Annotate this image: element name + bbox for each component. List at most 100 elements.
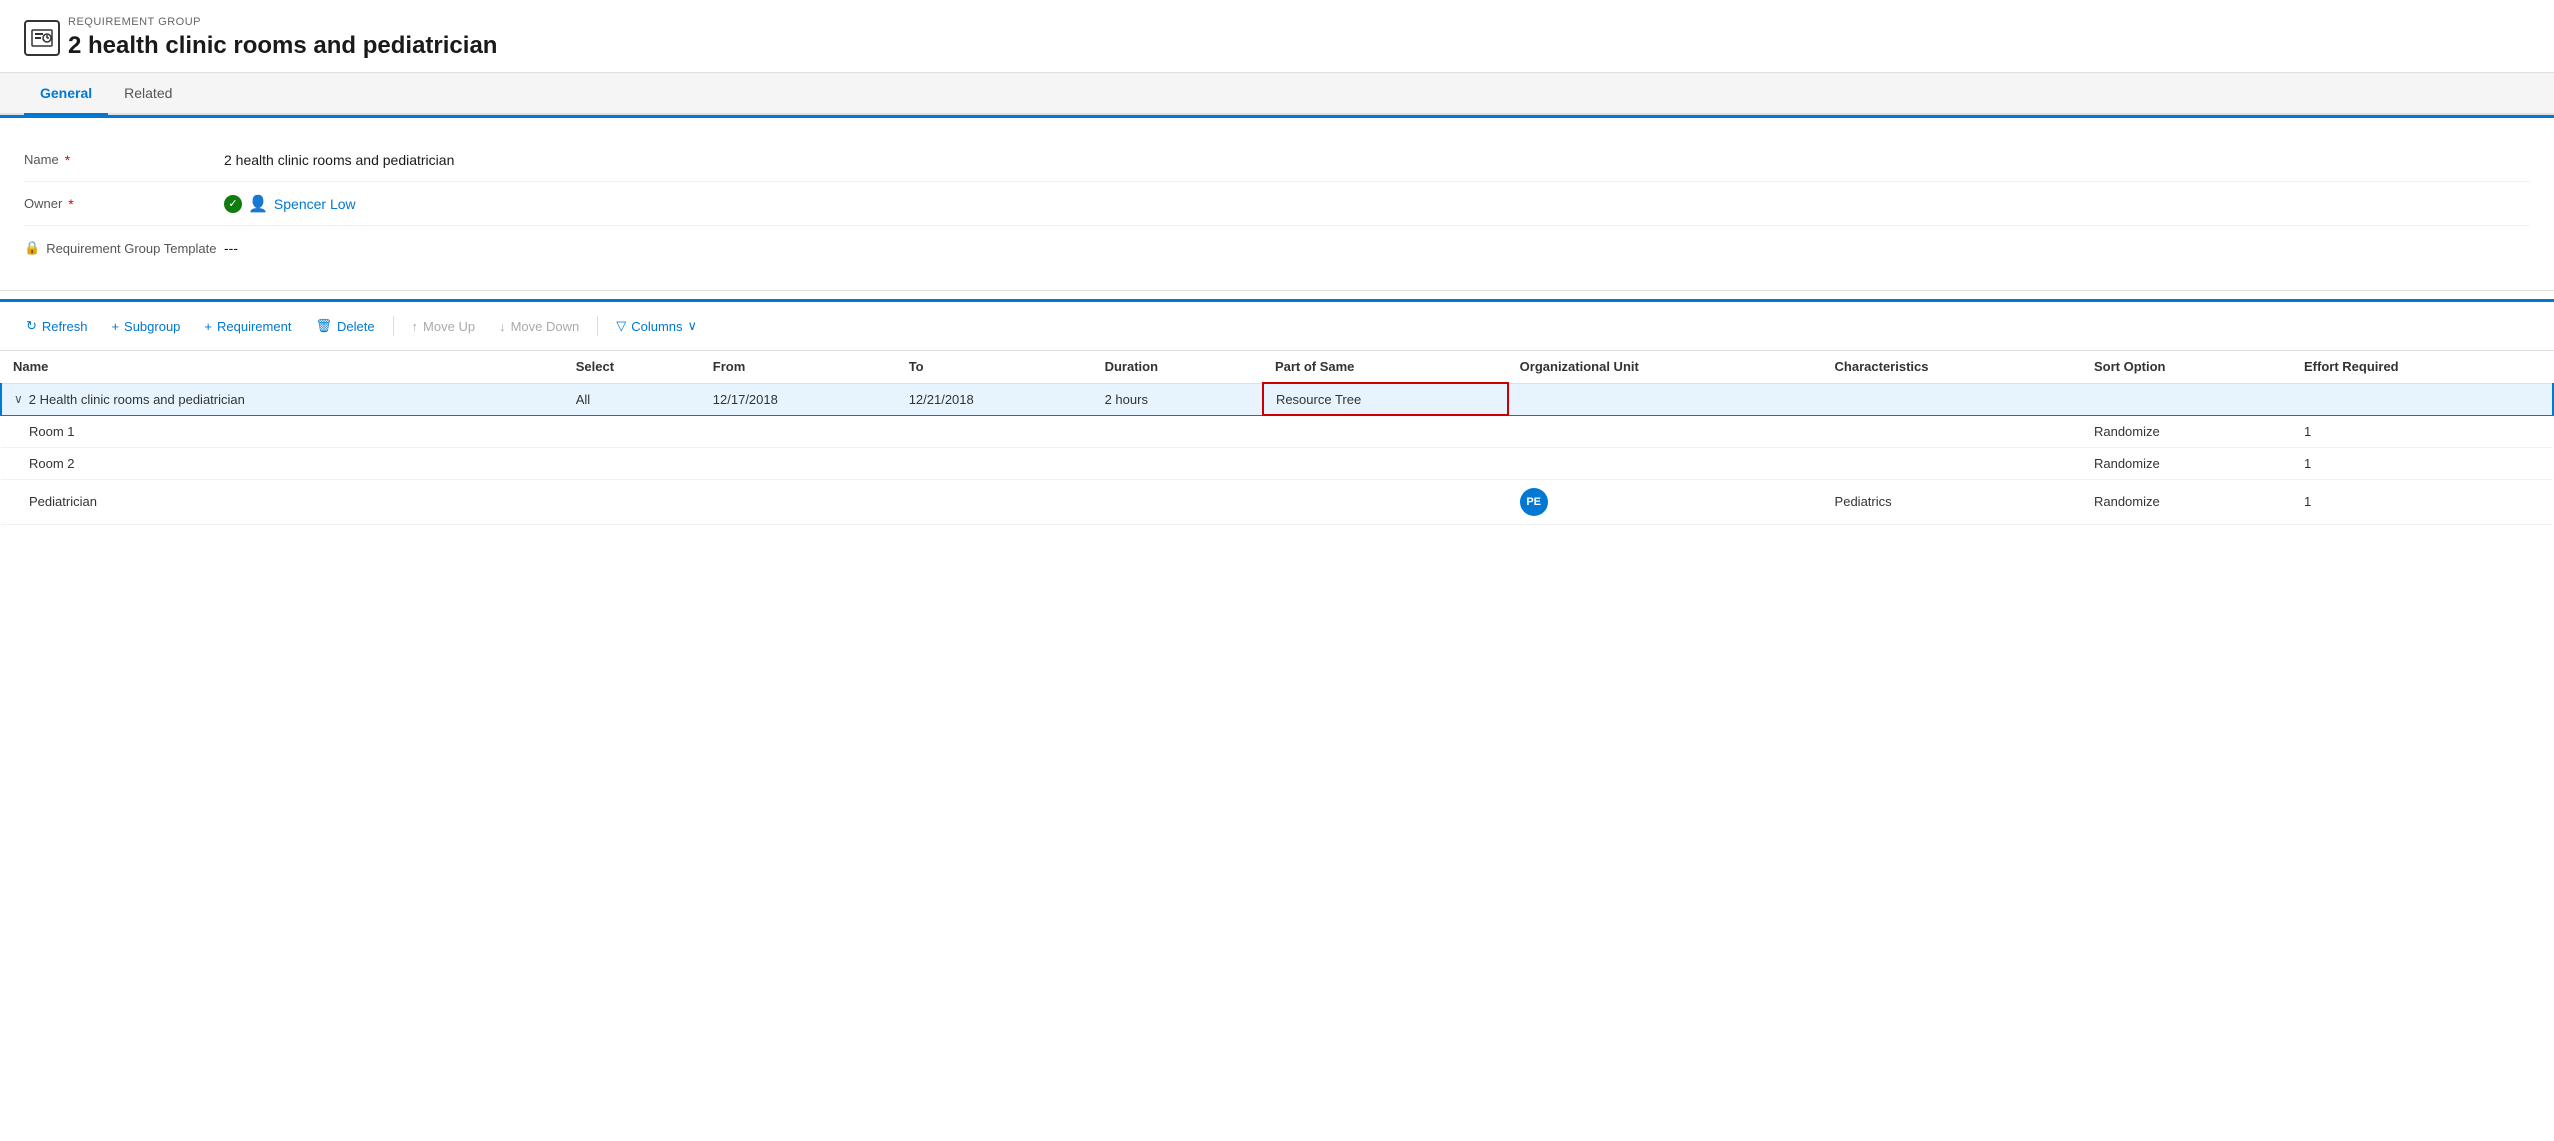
cell-to [897, 447, 1093, 479]
tab-general[interactable]: General [24, 73, 108, 115]
subgroup-label: Subgroup [124, 319, 180, 334]
move-down-icon: ↓ [499, 319, 506, 334]
cell-duration [1093, 479, 1263, 524]
cell-select [564, 415, 701, 447]
move-down-label: Move Down [511, 319, 580, 334]
move-up-icon: ↑ [412, 319, 419, 334]
table-header-row: Name Select From To Duration Part of Sam… [1, 351, 2553, 383]
cell-sort-option: Randomize [2082, 479, 2292, 524]
entity-icon [24, 20, 60, 56]
cell-to [897, 479, 1093, 524]
owner-value[interactable]: ✓ 👤 Spencer Low [224, 194, 356, 214]
col-header-org-unit: Organizational Unit [1508, 351, 1823, 383]
tabs-bar: General Related [0, 73, 2554, 115]
user-icon: 👤 [248, 194, 268, 214]
delete-icon: 🗑 [315, 318, 332, 334]
name-label: Name * [24, 152, 224, 168]
col-header-characteristics: Characteristics [1823, 351, 2082, 383]
cell-from [701, 415, 897, 447]
col-header-effort-required: Effort Required [2292, 351, 2553, 383]
move-down-button[interactable]: ↓ Move Down [489, 313, 589, 340]
page-title: 2 health clinic rooms and pediatrician [68, 32, 497, 60]
cell-from [701, 479, 897, 524]
cell-name: Room 1 [1, 415, 564, 447]
name-label-text: Name [24, 152, 59, 167]
cell-characteristics: Pediatrics [1823, 479, 2082, 524]
add-requirement-icon: + [204, 319, 212, 334]
cell-part-of-same [1263, 415, 1508, 447]
owner-name[interactable]: Spencer Low [274, 196, 356, 212]
cell-org-unit: PE [1508, 479, 1823, 524]
toolbar-separator-2 [597, 316, 598, 336]
cell-name: ∨ 2 Health clinic rooms and pediatrician [1, 383, 564, 415]
columns-button[interactable]: ▽ Columns ∨ [606, 312, 707, 340]
col-header-sort-option: Sort Option [2082, 351, 2292, 383]
cell-sort-option: Randomize [2082, 447, 2292, 479]
cell-duration [1093, 447, 1263, 479]
move-up-button[interactable]: ↑ Move Up [402, 313, 486, 340]
chevron-icon: ∨ [14, 392, 23, 406]
form-row-name: Name * 2 health clinic rooms and pediatr… [24, 138, 2530, 182]
owner-label-text: Owner [24, 196, 62, 211]
col-header-to: To [897, 351, 1093, 383]
delete-label: Delete [337, 319, 375, 334]
cell-part-of-same [1263, 479, 1508, 524]
cell-characteristics [1823, 383, 2082, 415]
cell-part-of-same: Resource Tree [1263, 383, 1508, 415]
cell-name: Pediatrician [1, 479, 564, 524]
form-row-owner: Owner * ✓ 👤 Spencer Low [24, 182, 2530, 226]
cell-select: All [564, 383, 701, 415]
toolbar-separator-1 [393, 316, 394, 336]
cell-duration: 2 hours [1093, 383, 1263, 415]
group-name-text: 2 Health clinic rooms and pediatrician [29, 392, 245, 407]
form-section: Name * 2 health clinic rooms and pediatr… [0, 118, 2554, 291]
table-row[interactable]: Room 2 Randomize 1 [1, 447, 2553, 479]
cell-sort-option [2082, 383, 2292, 415]
name-value[interactable]: 2 health clinic rooms and pediatrician [224, 152, 454, 168]
table-row[interactable]: Pediatrician PE Pediatrics Randomize 1 [1, 479, 2553, 524]
cell-part-of-same [1263, 447, 1508, 479]
table-row[interactable]: ∨ 2 Health clinic rooms and pediatrician… [1, 383, 2553, 415]
template-label-text: Requirement Group Template [46, 241, 216, 256]
owner-check-icon: ✓ [224, 195, 242, 213]
grid-section: ↻ Refresh + Subgroup + Requirement 🗑 Del… [0, 299, 2554, 525]
entity-type-label: REQUIREMENT GROUP [68, 16, 497, 28]
table-row[interactable]: Room 1 Randomize 1 [1, 415, 2553, 447]
tab-related[interactable]: Related [108, 73, 188, 115]
move-up-label: Move Up [423, 319, 475, 334]
chevron-down-icon: ∨ [688, 318, 698, 334]
filter-icon: ▽ [616, 318, 626, 334]
cell-org-unit [1508, 415, 1823, 447]
cell-duration [1093, 415, 1263, 447]
cell-characteristics [1823, 415, 2082, 447]
col-header-from: From [701, 351, 897, 383]
cell-from [701, 447, 897, 479]
cell-org-unit [1508, 447, 1823, 479]
requirement-label: Requirement [217, 319, 291, 334]
refresh-label: Refresh [42, 319, 88, 334]
template-label: 🔒 Requirement Group Template [24, 240, 224, 256]
lock-icon: 🔒 [24, 240, 40, 256]
name-required-star: * [65, 152, 70, 168]
characteristics-label: Pediatrics [1835, 494, 1892, 509]
refresh-button[interactable]: ↻ Refresh [16, 312, 97, 340]
cell-select [564, 479, 701, 524]
cell-from: 12/17/2018 [701, 383, 897, 415]
subgroup-button[interactable]: + Subgroup [101, 313, 190, 340]
cell-to [897, 415, 1093, 447]
form-row-template: 🔒 Requirement Group Template --- [24, 226, 2530, 270]
columns-label: Columns [631, 319, 682, 334]
org-unit-badge: PE [1520, 488, 1548, 516]
cell-effort-required [2292, 383, 2553, 415]
owner-label: Owner * [24, 196, 224, 212]
cell-select [564, 447, 701, 479]
page-header: REQUIREMENT GROUP 2 health clinic rooms … [0, 0, 2554, 73]
cell-effort-required: 1 [2292, 479, 2553, 524]
grid-toolbar: ↻ Refresh + Subgroup + Requirement 🗑 Del… [0, 302, 2554, 351]
requirement-button[interactable]: + Requirement [194, 313, 301, 340]
col-header-select: Select [564, 351, 701, 383]
refresh-icon: ↻ [26, 318, 37, 334]
delete-button[interactable]: 🗑 Delete [305, 312, 384, 340]
cell-sort-option: Randomize [2082, 415, 2292, 447]
requirements-table: Name Select From To Duration Part of Sam… [0, 351, 2554, 525]
